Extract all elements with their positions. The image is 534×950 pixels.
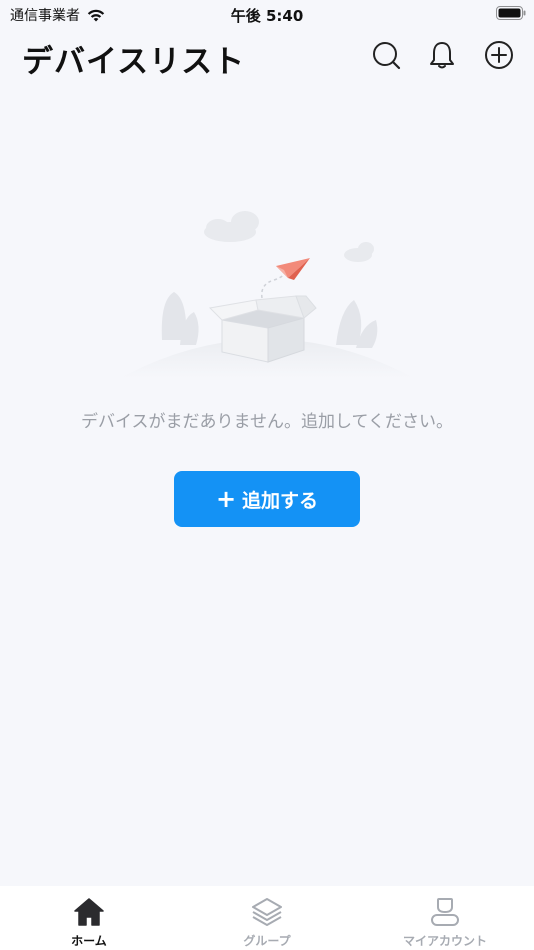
tab-my-account-label: マイアカウント: [402, 934, 487, 948]
plus-icon: +: [215, 485, 237, 513]
tab-group-label: グループ: [243, 934, 291, 948]
tab-bar: ホーム グループ マイアカウント: [0, 886, 534, 950]
tab-home-label: ホーム: [71, 934, 107, 948]
bell-icon[interactable]: [427, 40, 457, 70]
status-bar: 通信事業者 午後 5:40: [0, 0, 534, 28]
add-device-button-label: 追加する: [242, 489, 319, 512]
search-icon[interactable]: [371, 40, 401, 70]
battery-icon: [496, 6, 526, 20]
home-icon: [74, 898, 104, 926]
tab-home[interactable]: ホーム: [0, 886, 178, 950]
tab-group[interactable]: グループ: [178, 886, 356, 950]
empty-state-message: デバイスがまだありません。追加してください。: [81, 412, 453, 432]
add-device-button[interactable]: + 追加する: [174, 471, 360, 527]
header: デバイスリスト: [0, 28, 534, 84]
page-title: デバイスリスト: [22, 44, 246, 80]
add-circle-icon[interactable]: [484, 40, 514, 70]
layers-icon: [252, 898, 282, 926]
person-icon: [431, 898, 459, 926]
status-time: 午後 5:40: [230, 7, 304, 25]
empty-box-illustration: [120, 211, 414, 378]
tab-my-account[interactable]: マイアカウント: [356, 886, 534, 950]
